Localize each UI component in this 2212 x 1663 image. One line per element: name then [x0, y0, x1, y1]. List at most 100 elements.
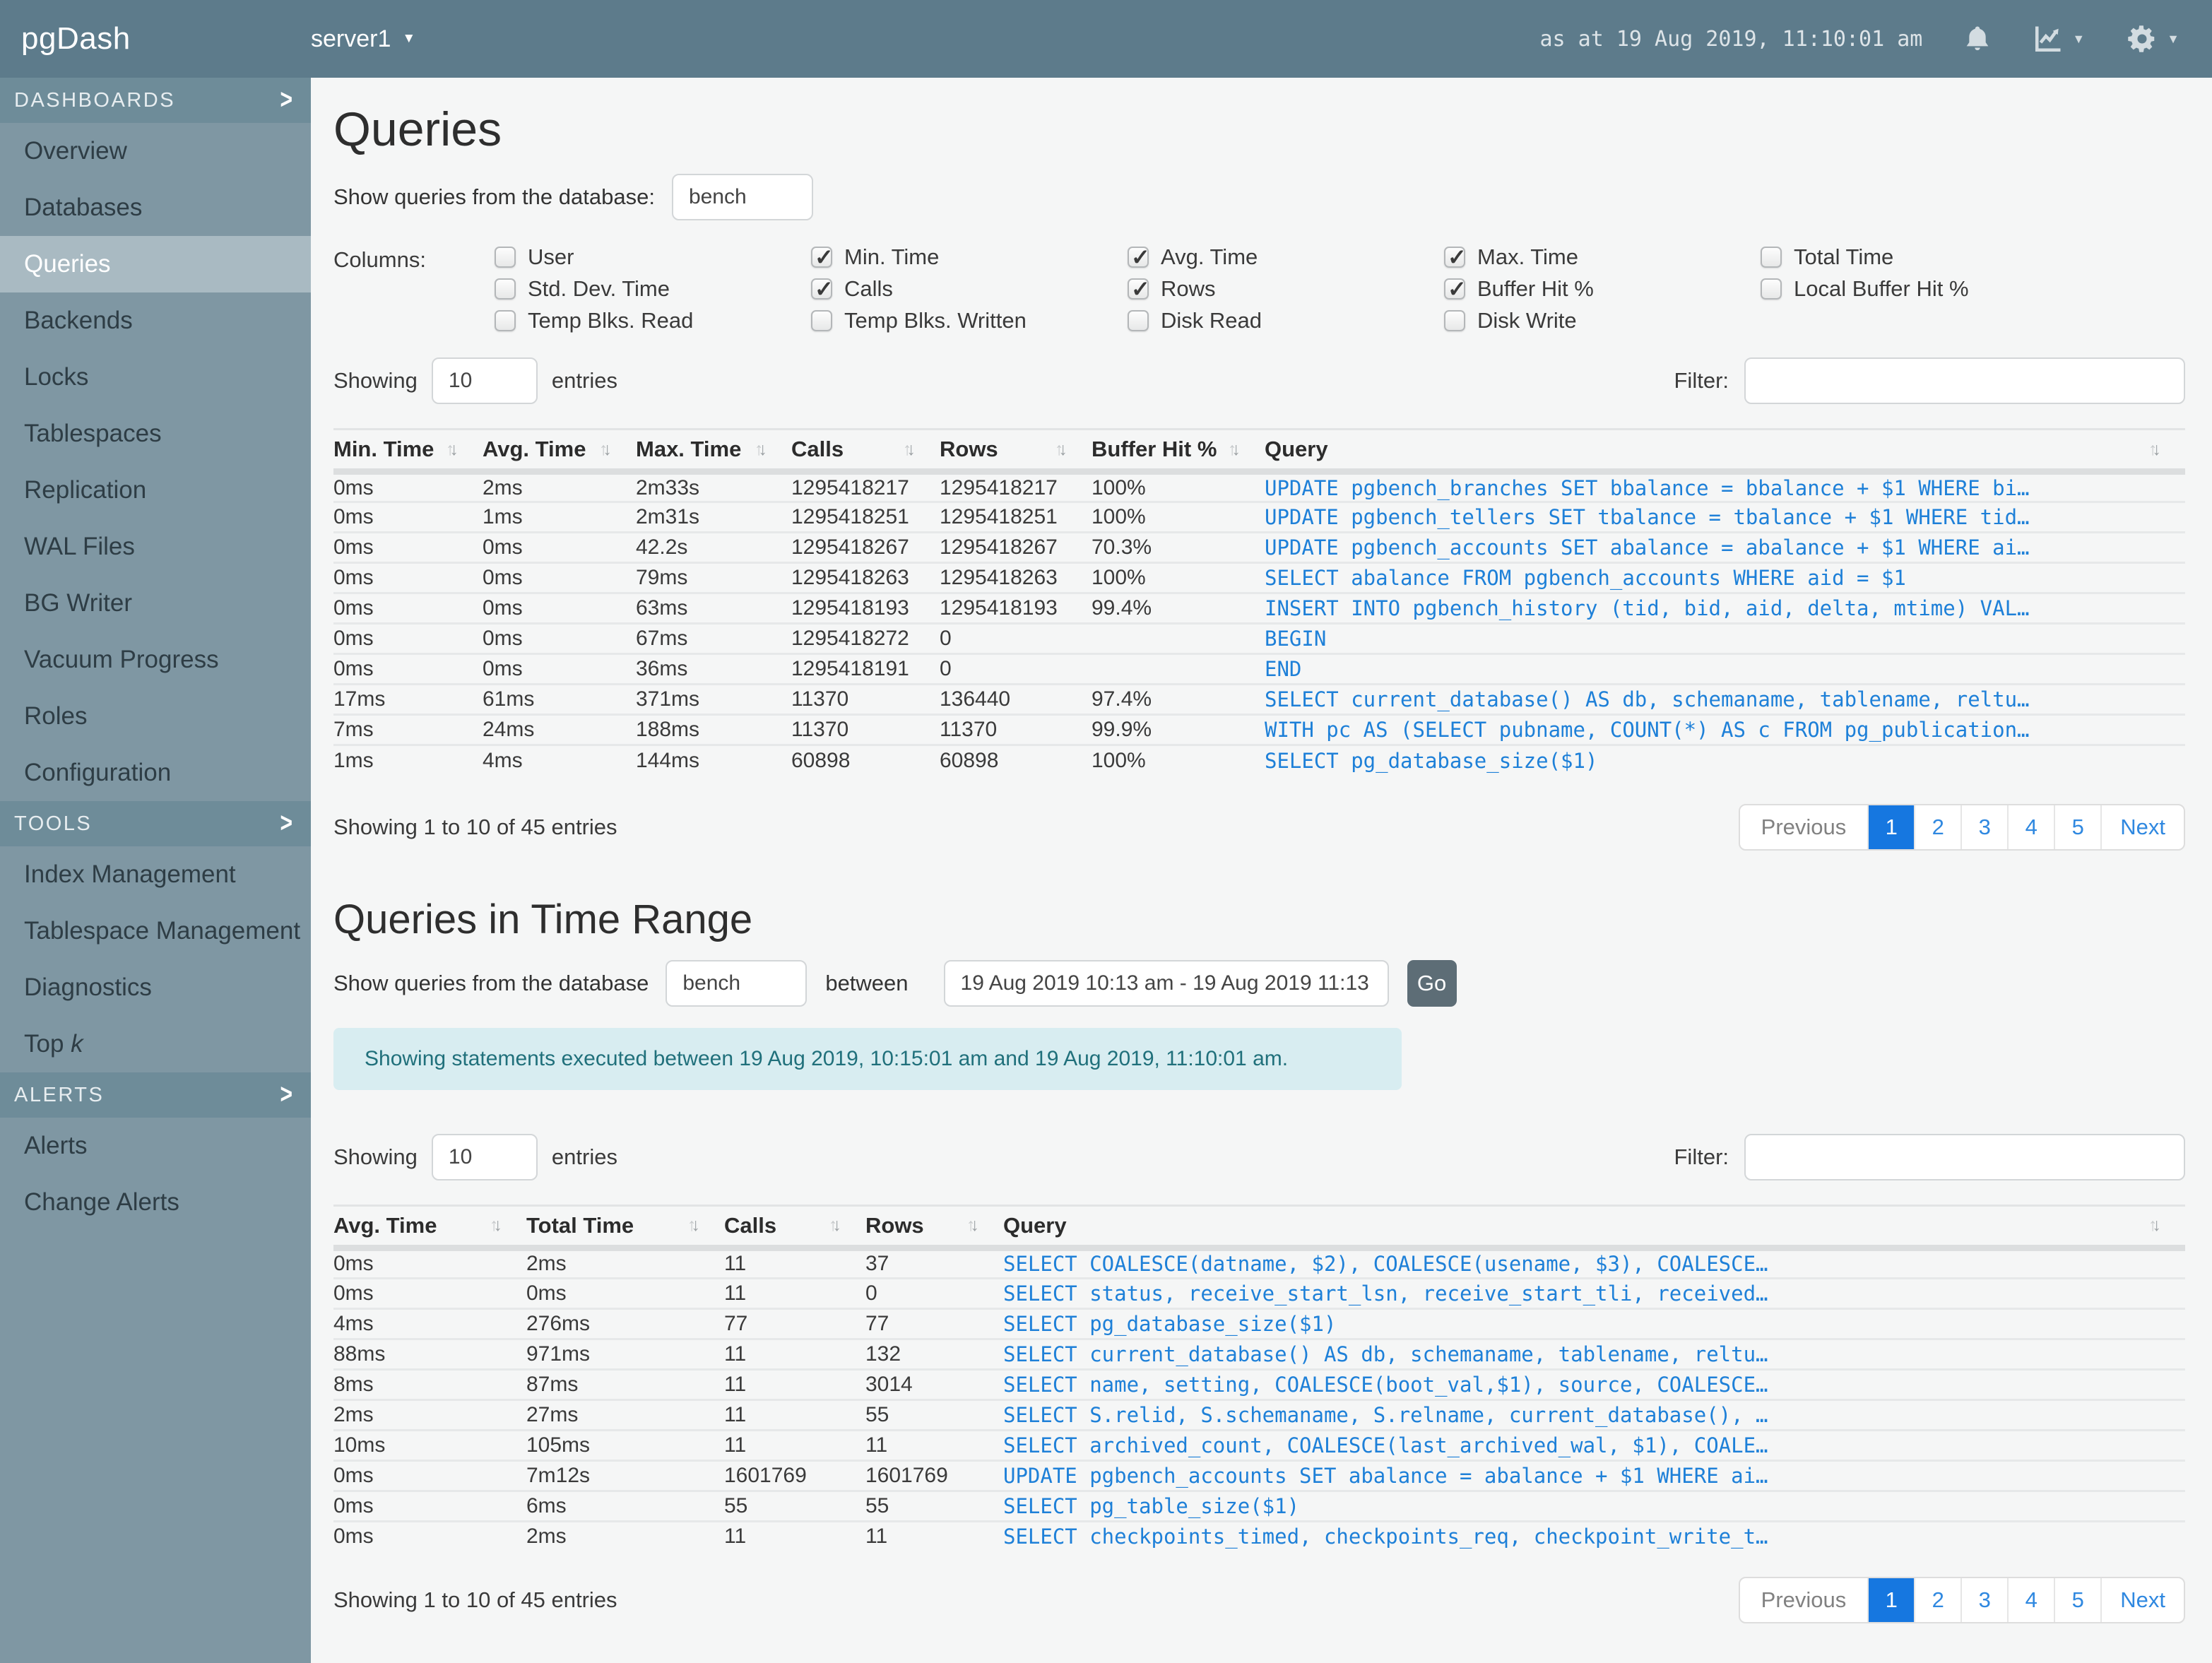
query-cell[interactable]: END — [1265, 653, 2185, 685]
column-toggle-temp-blks-written[interactable]: Temp Blks. Written — [811, 308, 1128, 333]
column-toggle-user[interactable]: User — [495, 244, 811, 269]
query-cell[interactable]: UPDATE pgbench_tellers SET tbalance = tb… — [1265, 501, 2185, 533]
sort-icon[interactable]: ↑ ↓ — [446, 439, 459, 460]
sort-icon[interactable]: ↑ ↓ — [755, 439, 767, 460]
sort-icon[interactable]: ↑ ↓ — [1055, 439, 1067, 460]
page-button-1[interactable]: 1 — [1867, 1578, 1915, 1622]
checkbox-checked-icon[interactable] — [1128, 276, 1150, 302]
column-header-avg-time[interactable]: Avg. Time ↑ ↓ — [333, 1205, 526, 1251]
column-header-max-time[interactable]: Max. Time ↑ ↓ — [636, 429, 791, 475]
sidebar-item-bg-writer[interactable]: BG Writer — [0, 575, 311, 632]
date-range-input[interactable] — [943, 959, 1389, 1007]
column-toggle-local-buffer-hit[interactable]: Local Buffer Hit % — [1761, 276, 2077, 301]
query-cell[interactable]: UPDATE pgbench_branches SET bbalance = b… — [1265, 472, 2185, 502]
column-toggle-calls[interactable]: Calls — [811, 276, 1128, 302]
page-button-3[interactable]: 3 — [1960, 1578, 2007, 1622]
sort-icon[interactable]: ↑ ↓ — [829, 1215, 841, 1236]
query-cell[interactable]: SELECT pg_table_size($1) — [1003, 1489, 2185, 1521]
column-toggle-buffer-hit[interactable]: Buffer Hit % — [1444, 276, 1761, 302]
column-header-rows[interactable]: Rows ↑ ↓ — [865, 1205, 1003, 1251]
page-button-5[interactable]: 5 — [2054, 805, 2100, 849]
column-header-calls[interactable]: Calls ↑ ↓ — [791, 429, 940, 475]
sort-icon[interactable]: ↑ ↓ — [2148, 1215, 2161, 1236]
checkbox-unchecked-icon[interactable] — [1444, 310, 1465, 331]
page-button-2[interactable]: 2 — [1914, 1578, 1960, 1622]
server-selector[interactable]: server1 ▼ — [311, 25, 415, 53]
query-cell[interactable]: SELECT status, receive_start_lsn, receiv… — [1003, 1277, 2185, 1308]
query-cell[interactable]: SELECT abalance FROM pgbench_accounts WH… — [1265, 562, 2185, 593]
entries-count-input[interactable] — [431, 1133, 538, 1180]
filter-input[interactable] — [1744, 357, 2185, 404]
sort-icon[interactable]: ↑ ↓ — [2148, 439, 2161, 460]
column-toggle-avg-time[interactable]: Avg. Time — [1128, 244, 1444, 271]
checkbox-unchecked-icon[interactable] — [495, 278, 516, 300]
sort-icon[interactable]: ↑ ↓ — [490, 1215, 502, 1236]
query-cell[interactable]: WITH pc AS (SELECT pubname, COUNT(*) AS … — [1265, 714, 2185, 745]
sidebar-section-dashboards[interactable]: DASHBOARDS > — [0, 78, 311, 123]
column-header-query[interactable]: Query ↑ ↓ — [1265, 429, 2185, 475]
checkbox-checked-icon[interactable] — [1444, 244, 1467, 271]
sidebar-item-index-management[interactable]: Index Management — [0, 846, 311, 903]
sidebar-item-locks[interactable]: Locks — [0, 349, 311, 406]
column-header-total-time[interactable]: Total Time ↑ ↓ — [526, 1205, 724, 1251]
sidebar-item-queries[interactable]: Queries — [0, 236, 311, 292]
column-toggle-max-time[interactable]: Max. Time — [1444, 244, 1761, 271]
sidebar-item-databases[interactable]: Databases — [0, 179, 311, 236]
sort-icon[interactable]: ↑ ↓ — [966, 1215, 979, 1236]
column-header-query[interactable]: Query ↑ ↓ — [1003, 1205, 2185, 1251]
reports-menu[interactable]: ▼ — [2033, 24, 2085, 54]
query-cell[interactable]: SELECT current_database() AS db, scheman… — [1003, 1337, 2185, 1369]
settings-menu[interactable]: ▼ — [2126, 23, 2180, 55]
sidebar-item-roles[interactable]: Roles — [0, 688, 311, 745]
sidebar-item-replication[interactable]: Replication — [0, 462, 311, 519]
entries-count-input[interactable] — [431, 357, 538, 404]
column-header-min-time[interactable]: Min. Time ↑ ↓ — [333, 429, 483, 475]
sidebar-section-alerts[interactable]: ALERTS > — [0, 1072, 311, 1118]
sort-icon[interactable]: ↑ ↓ — [1228, 439, 1241, 460]
sidebar-item-vacuum-progress[interactable]: Vacuum Progress — [0, 632, 311, 688]
filter-input[interactable] — [1744, 1133, 2185, 1180]
checkbox-unchecked-icon[interactable] — [1761, 278, 1782, 300]
column-toggle-disk-read[interactable]: Disk Read — [1128, 308, 1444, 333]
column-header-calls[interactable]: Calls ↑ ↓ — [724, 1205, 865, 1251]
column-header-rows[interactable]: Rows ↑ ↓ — [940, 429, 1092, 475]
sidebar-item-wal-files[interactable]: WAL Files — [0, 519, 311, 575]
checkbox-checked-icon[interactable] — [1128, 244, 1150, 271]
sidebar-item-top-k[interactable]: Top k — [0, 1016, 311, 1072]
sidebar-item-overview[interactable]: Overview — [0, 123, 311, 179]
page-button-5[interactable]: 5 — [2054, 1578, 2100, 1622]
page-button-4[interactable]: 4 — [2007, 1578, 2054, 1622]
page-next-button[interactable]: Next — [2100, 805, 2184, 849]
query-cell[interactable]: SELECT archived_count, COALESCE(last_arc… — [1003, 1428, 2185, 1460]
sort-icon[interactable]: ↑ ↓ — [687, 1215, 700, 1236]
query-cell[interactable]: INSERT INTO pgbench_history (tid, bid, a… — [1265, 592, 2185, 624]
sidebar-item-change-alerts[interactable]: Change Alerts — [0, 1174, 311, 1231]
page-button-4[interactable]: 4 — [2007, 805, 2054, 849]
checkbox-checked-icon[interactable] — [1444, 276, 1467, 302]
database-input[interactable] — [671, 174, 813, 220]
query-cell[interactable]: SELECT current_database() AS db, scheman… — [1265, 683, 2185, 715]
column-toggle-rows[interactable]: Rows — [1128, 276, 1444, 302]
go-button[interactable]: Go — [1407, 959, 1457, 1007]
sidebar-item-diagnostics[interactable]: Diagnostics — [0, 959, 311, 1016]
sidebar-item-tablespace-management[interactable]: Tablespace Management — [0, 903, 311, 959]
checkbox-unchecked-icon[interactable] — [495, 247, 516, 268]
checkbox-unchecked-icon[interactable] — [811, 310, 832, 331]
checkbox-unchecked-icon[interactable] — [1761, 247, 1782, 268]
checkbox-checked-icon[interactable] — [811, 276, 834, 302]
notifications-button[interactable] — [1963, 23, 1992, 54]
checkbox-unchecked-icon[interactable] — [1128, 310, 1149, 331]
query-cell[interactable]: SELECT pg_database_size($1) — [1003, 1307, 2185, 1339]
database-input[interactable] — [666, 959, 808, 1007]
sidebar-item-backends[interactable]: Backends — [0, 292, 311, 349]
sidebar-item-tablespaces[interactable]: Tablespaces — [0, 406, 311, 462]
sort-icon[interactable]: ↑ ↓ — [599, 439, 612, 460]
sidebar-item-configuration[interactable]: Configuration — [0, 745, 311, 801]
query-cell[interactable]: BEGIN — [1265, 622, 2185, 654]
query-cell[interactable]: SELECT S.relid, S.schemaname, S.relname,… — [1003, 1398, 2185, 1430]
column-toggle-temp-blks-read[interactable]: Temp Blks. Read — [495, 308, 811, 333]
checkbox-unchecked-icon[interactable] — [495, 310, 516, 331]
page-button-2[interactable]: 2 — [1914, 805, 1960, 849]
sidebar-item-alerts[interactable]: Alerts — [0, 1118, 311, 1174]
sort-icon[interactable]: ↑ ↓ — [903, 439, 916, 460]
